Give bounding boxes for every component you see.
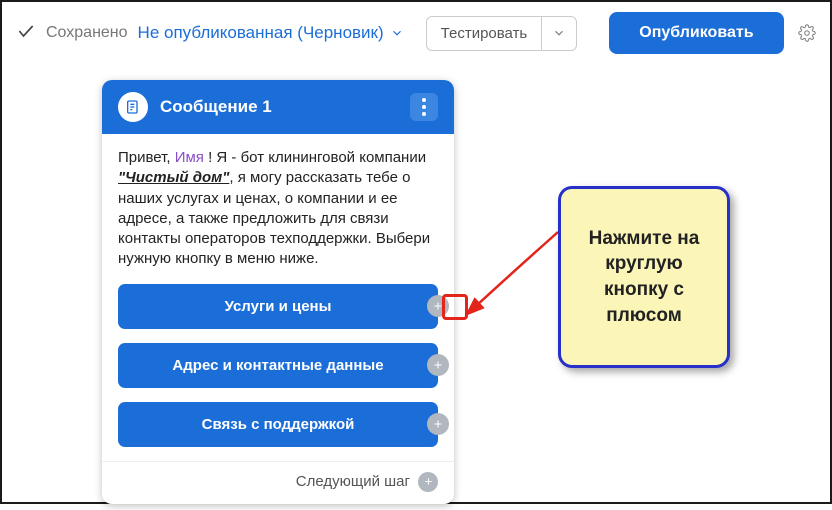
callout-tooltip: Нажмите на круглую кнопку с плюсом xyxy=(558,186,730,368)
option-label: Услуги и цены xyxy=(225,298,332,315)
card-title: Сообщение 1 xyxy=(160,97,398,117)
company-name: "Чистый дом" xyxy=(118,169,229,186)
callout-text: Нажмите на круглую кнопку с плюсом xyxy=(575,226,713,329)
add-connection-button[interactable] xyxy=(427,354,449,376)
gear-icon xyxy=(798,24,816,42)
next-step-label: Следующий шаг xyxy=(296,473,410,490)
test-dropdown[interactable] xyxy=(542,18,576,48)
variable-name: Имя xyxy=(175,149,204,166)
draft-status-dropdown[interactable]: Не опубликованная (Черновик) xyxy=(138,23,404,43)
option-label: Связь с поддержкой xyxy=(202,416,355,433)
message-card: Сообщение 1 Привет, Имя ! Я - бот клинин… xyxy=(102,80,454,504)
draft-status-label: Не опубликованная (Черновик) xyxy=(138,23,384,43)
settings-button[interactable] xyxy=(798,24,816,42)
publish-button[interactable]: Опубликовать xyxy=(609,12,783,54)
message-text: Привет, Имя ! Я - бот клининговой компан… xyxy=(118,148,438,270)
add-step-button[interactable] xyxy=(418,472,438,492)
add-connection-button[interactable] xyxy=(427,413,449,435)
card-footer: Следующий шаг xyxy=(102,461,454,504)
check-icon xyxy=(16,21,36,46)
option-button-address[interactable]: Адрес и контактные данные xyxy=(118,343,438,388)
card-header: Сообщение 1 xyxy=(102,80,454,134)
message-icon xyxy=(118,92,148,122)
add-connection-button[interactable] xyxy=(427,295,449,317)
option-button-services[interactable]: Услуги и цены xyxy=(118,284,438,329)
msg-part: Привет, xyxy=(118,149,175,166)
callout-arrow xyxy=(458,222,568,322)
chevron-down-icon xyxy=(390,26,404,40)
card-menu-button[interactable] xyxy=(410,93,438,121)
card-body: Привет, Имя ! Я - бот клининговой компан… xyxy=(102,134,454,461)
test-button[interactable]: Тестировать xyxy=(427,17,543,50)
chevron-down-icon xyxy=(552,26,566,40)
msg-part: ! Я - бот клининговой компании xyxy=(204,149,426,166)
saved-label: Сохранено xyxy=(46,24,128,42)
option-button-support[interactable]: Связь с поддержкой xyxy=(118,402,438,447)
test-button-group: Тестировать xyxy=(426,16,578,51)
options-list: Услуги и цены Адрес и контактные данные … xyxy=(118,284,438,447)
dots-vertical-icon xyxy=(422,98,426,116)
option-label: Адрес и контактные данные xyxy=(172,357,383,374)
top-bar: Сохранено Не опубликованная (Черновик) Т… xyxy=(2,2,830,64)
canvas: Сообщение 1 Привет, Имя ! Я - бот клинин… xyxy=(2,64,830,510)
